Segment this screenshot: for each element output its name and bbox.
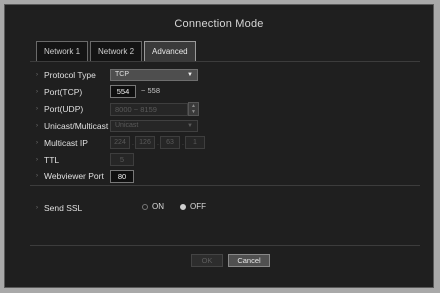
radio-off-icon: [142, 203, 148, 210]
bullet-icon: ›: [36, 173, 38, 179]
cancel-button[interactable]: Cancel: [228, 254, 270, 267]
dropdown-arrow-icon: ▼: [187, 72, 193, 78]
tab-bar: Network 1 Network 2 Advanced: [36, 41, 198, 61]
webviewer-port-label: Webviewer Port: [44, 171, 104, 181]
unicast-multicast-select: Unicast ▼: [110, 120, 198, 132]
send-ssl-on-label: ON: [152, 202, 164, 211]
dropdown-arrow-icon: ▼: [187, 123, 193, 129]
section-divider: [30, 185, 420, 186]
ttl-label: TTL: [44, 155, 60, 165]
bullet-icon: ›: [36, 205, 38, 211]
tab-underline: [30, 61, 420, 62]
port-udp-spinner: ▲ ▼: [188, 102, 199, 116]
protocol-type-label: Protocol Type: [44, 70, 96, 80]
bullet-icon: ›: [36, 72, 38, 78]
port-udp-label: Port(UDP): [44, 104, 84, 114]
port-tcp-label: Port(TCP): [44, 87, 83, 97]
multicast-ip-octet-1: 224: [110, 136, 130, 149]
bullet-icon: ›: [36, 157, 38, 163]
tab-network-2[interactable]: Network 2: [90, 41, 143, 61]
port-tcp-end: 558: [147, 86, 160, 95]
connection-mode-dialog: Connection Mode Network 1 Network 2 Adva…: [4, 4, 434, 288]
ip-separator: .: [157, 140, 159, 147]
ip-separator: .: [132, 140, 134, 147]
ttl-input: 5: [110, 153, 134, 166]
multicast-ip-octet-3: 63: [160, 136, 180, 149]
send-ssl-off-radio[interactable]: OFF: [180, 202, 206, 211]
radio-on-icon: [180, 203, 186, 210]
ip-separator: .: [182, 140, 184, 147]
bullet-icon: ›: [36, 123, 38, 129]
protocol-type-select[interactable]: TCP ▼: [110, 69, 198, 81]
dialog-title: Connection Mode: [174, 18, 264, 30]
unicast-multicast-label: Unicast/Multicast: [44, 121, 109, 131]
bullet-icon: ›: [36, 106, 38, 112]
unicast-multicast-value: Unicast: [115, 122, 139, 129]
webviewer-port-input[interactable]: 80: [110, 170, 134, 183]
tab-advanced[interactable]: Advanced: [144, 41, 196, 61]
multicast-ip-octet-2: 126: [135, 136, 155, 149]
footer-divider: [30, 245, 420, 246]
bullet-icon: ›: [36, 89, 38, 95]
port-tcp-tilde: ~: [141, 86, 146, 95]
port-udp-input: 8000 ~ 8159: [110, 103, 188, 116]
send-ssl-label: Send SSL: [44, 203, 83, 213]
send-ssl-off-label: OFF: [190, 202, 206, 211]
send-ssl-on-radio[interactable]: ON: [142, 202, 164, 211]
protocol-type-value: TCP: [115, 71, 129, 78]
port-tcp-range: ~ 558: [141, 86, 160, 95]
tab-network-1[interactable]: Network 1: [36, 41, 89, 61]
ok-button[interactable]: OK: [191, 254, 223, 267]
spin-down-icon: ▼: [191, 109, 196, 115]
multicast-ip-octet-4: 1: [185, 136, 205, 149]
multicast-ip-label: Multicast IP: [44, 138, 88, 148]
bullet-icon: ›: [36, 140, 38, 146]
port-tcp-input[interactable]: 554: [110, 85, 136, 98]
